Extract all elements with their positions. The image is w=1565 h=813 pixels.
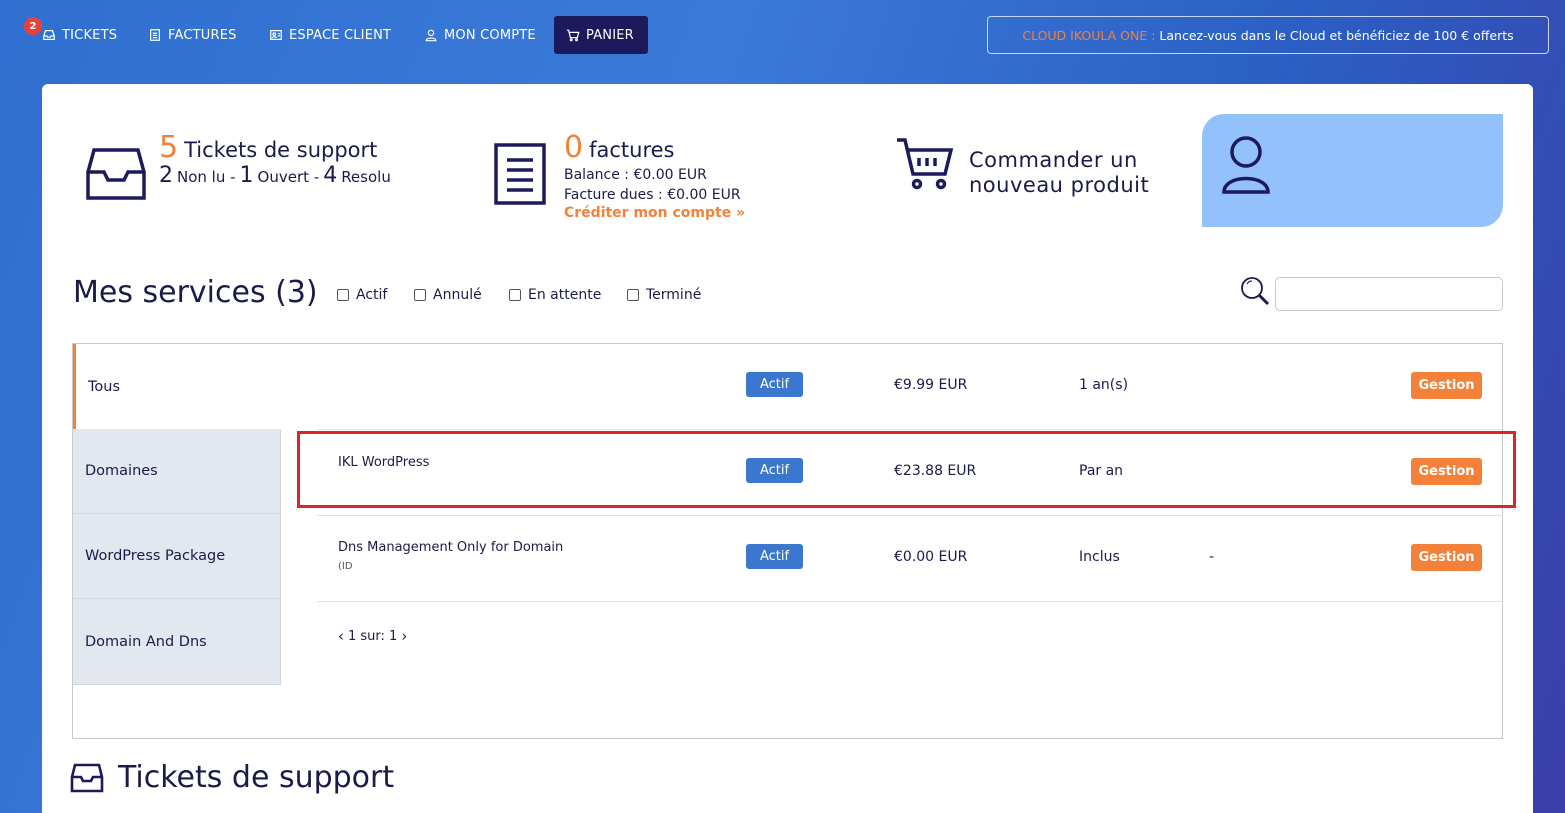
nav-mon-compte[interactable]: MON COMPTE [412,16,548,54]
profile-box[interactable] [1202,114,1503,227]
user-icon [1222,136,1270,194]
service-name[interactable]: Dns Management Only for Domain [338,540,563,555]
top-navigation: TICKETS 2 FACTURES ESPACE CLIENT MON COM… [0,0,1565,70]
side-tab-tous[interactable]: Tous [73,344,281,429]
service-search-input[interactable] [1275,277,1503,311]
due-date: - [1209,549,1215,565]
row-divider [317,601,1502,602]
tickets-section-heading: Tickets de support [70,760,394,795]
client-space-icon [270,30,282,40]
filter-en-attente-label: En attente [528,287,602,303]
invoices-stat[interactable]: 0 factures Balance : €0.00 EUR Facture d… [564,130,745,221]
inbox-icon [70,763,104,792]
due-text: Facture dues : €0.00 EUR [564,187,741,203]
tickets-stat[interactable]: 5 Tickets de support 2 Non lu - 1 Ouvert… [159,130,391,188]
table-row[interactable]: Actif €9.99 EUR 1 an(s) Gestion [317,344,1502,429]
side-tab-tous-label: Tous [88,378,121,395]
status-badge: Actif [746,372,803,397]
side-tab-domaines-label: Domaines [85,463,158,479]
filter-annule-checkbox[interactable] [414,289,426,301]
chevron-left-icon[interactable]: ‹ [338,627,344,645]
invoice-icon [494,143,546,205]
status-badge: Actif [746,544,803,569]
open-label: Ouvert - [257,168,320,186]
nav-panier-label: PANIER [586,27,634,43]
tickets-count: 5 [159,130,179,165]
filter-termine-checkbox[interactable] [627,289,639,301]
highlight-box [297,431,1516,508]
cart-icon [566,29,580,42]
side-tab-domain-and-dns[interactable]: Domain And Dns [73,599,281,685]
filter-en-attente[interactable]: En attente [509,287,601,303]
filter-actif[interactable]: Actif [337,287,387,303]
side-tab-wordpress-label: WordPress Package [85,548,226,564]
promo-accent: CLOUD IKOULA ONE : [1022,27,1156,43]
cloud-promo-banner[interactable]: CLOUD IKOULA ONE : Lancez-vous dans le C… [987,16,1549,54]
service-price: €9.99 EUR [894,377,968,393]
resolved-label: Resolu [341,168,391,186]
search-icon[interactable] [1239,275,1271,307]
nav-panier[interactable]: PANIER [554,16,648,54]
balance-text: Balance : €0.00 EUR [564,167,707,183]
filter-actif-checkbox[interactable] [337,289,349,301]
nav-factures[interactable]: FACTURES [136,16,249,54]
service-id: (ID [338,561,353,572]
cart-icon [897,138,954,190]
pagination: ‹ 1 sur: 1 › [338,627,407,645]
tickets-section-title: Tickets de support [118,760,395,795]
services-title: Mes services (3) [73,275,318,310]
billing-cycle: Inclus [1079,549,1120,565]
billing-cycle: 1 an(s) [1079,377,1129,393]
invoices-count: 0 [564,130,584,165]
open-count: 1 [239,163,254,188]
side-tab-domaines[interactable]: Domaines [73,429,281,514]
pager-text: 1 sur: 1 [348,628,398,644]
order-line-2: nouveau produit [969,173,1150,197]
filter-annule-label: Annulé [433,287,482,303]
service-price: €0.00 EUR [894,549,968,565]
services-panel: Tous Domaines WordPress Package Domain A… [72,343,1503,739]
credit-account-link[interactable]: Créditer mon compte » [564,205,745,221]
filter-termine-label: Terminé [646,287,702,303]
chevron-right-icon[interactable]: › [401,627,407,645]
unread-label: Non lu - [177,168,236,186]
inbox-icon [43,30,55,40]
nav-espace-client-label: ESPACE CLIENT [289,27,392,43]
gestion-button[interactable]: Gestion [1411,544,1482,571]
ticket-count-badge: 2 [24,17,42,35]
tickets-title: Tickets de support [184,138,378,162]
filter-actif-label: Actif [356,287,388,303]
invoices-title: factures [589,138,675,162]
invoice-icon [150,29,160,41]
order-stat[interactable]: Commander un nouveau produit [969,148,1149,198]
nav-factures-label: FACTURES [168,27,237,43]
gestion-button[interactable]: Gestion [1411,372,1482,399]
nav-mon-compte-label: MON COMPTE [444,27,536,43]
nav-tickets[interactable]: TICKETS [30,16,129,54]
resolved-count: 4 [323,163,338,188]
table-row[interactable]: Dns Management Only for Domain (ID Actif… [317,516,1502,601]
filter-termine[interactable]: Terminé [627,287,701,303]
filter-annule[interactable]: Annulé [414,287,482,303]
dashboard-card: 5 Tickets de support 2 Non lu - 1 Ouvert… [42,84,1533,813]
side-tab-wordpress-package[interactable]: WordPress Package [73,514,281,599]
inbox-icon [86,148,146,200]
promo-text: Lancez-vous dans le Cloud et bénéficiez … [1159,27,1514,43]
nav-tickets-label: TICKETS [62,27,118,43]
user-icon [425,29,437,42]
unread-count: 2 [159,163,173,188]
side-tab-dns-label: Domain And Dns [85,633,207,650]
filter-en-attente-checkbox[interactable] [509,289,521,301]
order-line-1: Commander un [969,148,1138,172]
nav-espace-client[interactable]: ESPACE CLIENT [257,16,403,54]
